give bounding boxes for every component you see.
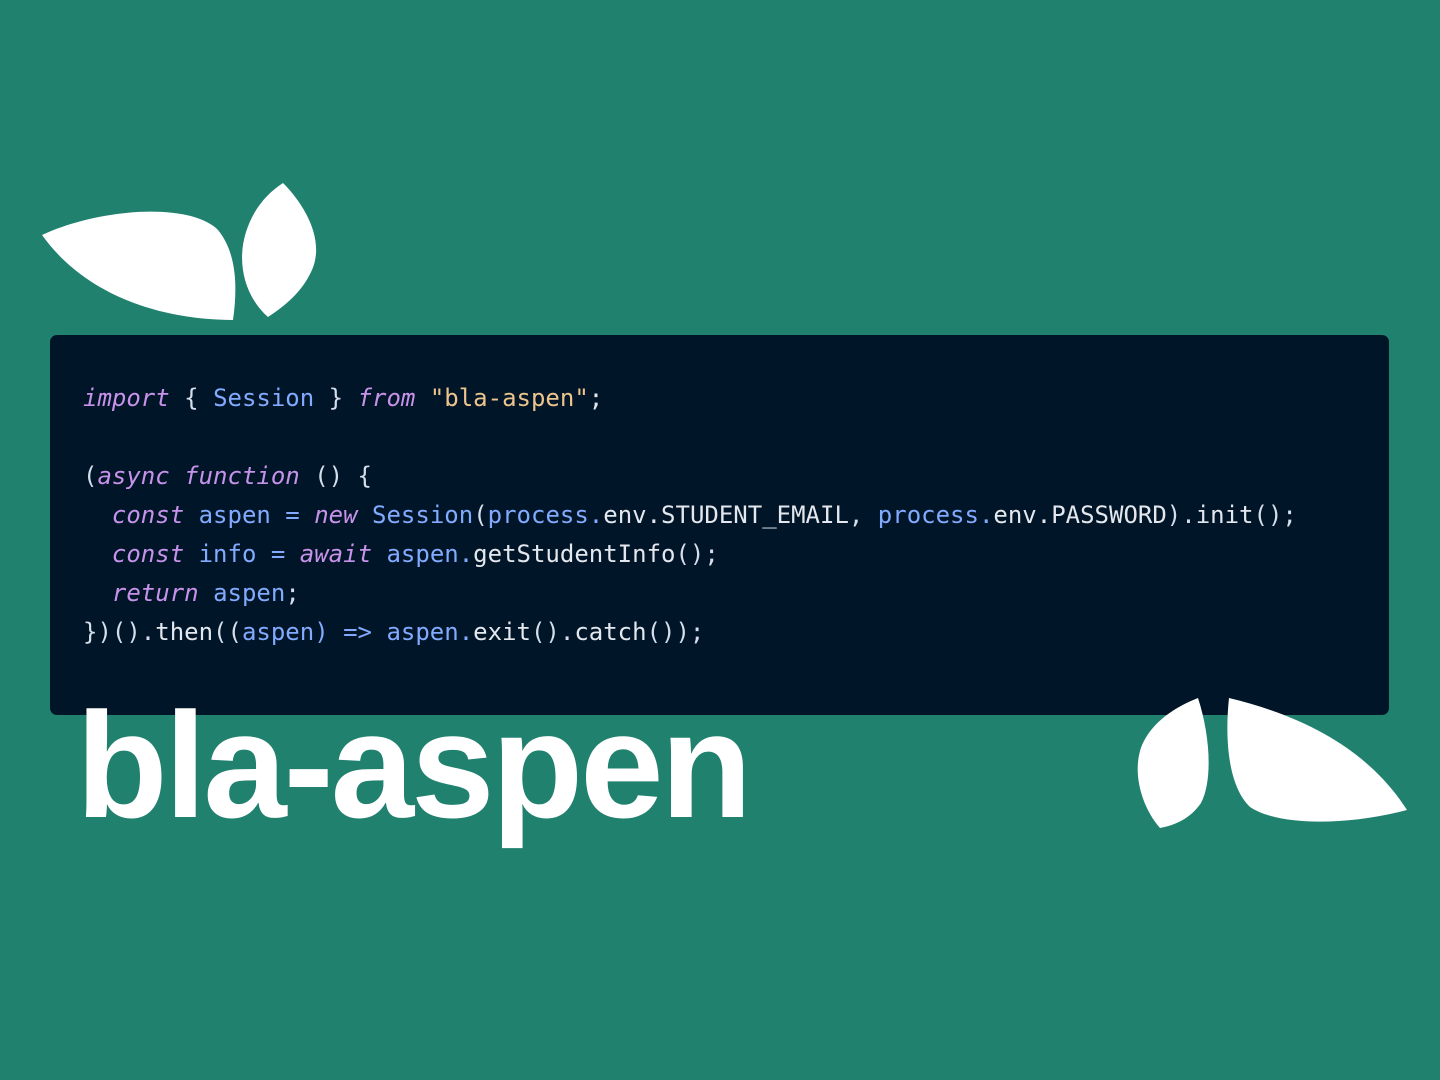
code-token: catch: [574, 618, 647, 646]
code-token: init: [1195, 501, 1254, 529]
code-token: ();: [1253, 501, 1297, 529]
code-token: .: [458, 540, 474, 568]
code-token: .: [978, 501, 994, 529]
code-token: ;: [588, 384, 604, 412]
code-token: ((: [213, 618, 242, 646]
code-token: aspen: [386, 540, 459, 568]
code-token: ().: [530, 618, 575, 646]
code-token: ();: [675, 540, 719, 568]
code-line-4: const aspen = new Session(process.env.ST…: [83, 496, 1297, 535]
code-token: function: [184, 462, 300, 490]
code-token: {: [169, 384, 214, 412]
code-token: })().: [83, 618, 156, 646]
code-token: async: [97, 462, 170, 490]
leaf-pair-icon: [1137, 698, 1407, 828]
code-token: env.STUDENT_EMAIL: [603, 501, 849, 529]
code-line-6: return aspen;: [83, 574, 1297, 613]
code-token: const: [111, 501, 185, 529]
code-token: ;: [285, 579, 300, 607]
brand-title: bla-aspen: [76, 681, 752, 849]
code-token: getStudentInfo: [473, 540, 676, 568]
code-token: new: [314, 501, 358, 529]
code-line-5: const info = await aspen.getStudentInfo(…: [83, 535, 1297, 574]
code-token: .: [588, 501, 604, 529]
code-token: info: [198, 540, 257, 568]
leaf-pair-icon: [42, 183, 317, 320]
code-block: import { Session } from "bla-aspen"; (asy…: [83, 379, 1297, 652]
code-snippet-card: import { Session } from "bla-aspen"; (asy…: [50, 335, 1389, 715]
code-token: .: [458, 618, 474, 646]
leaf-shape-left: [1137, 698, 1209, 828]
code-token: import: [83, 384, 170, 412]
code-token: ).: [1166, 501, 1196, 529]
code-token: process: [487, 501, 589, 529]
code-token: =: [256, 540, 300, 568]
leaf-shape-right: [1227, 698, 1407, 822]
code-line-3: (async function () {: [83, 457, 1297, 496]
code-token: =: [270, 501, 315, 529]
code-token: (: [473, 501, 488, 529]
code-token: process: [877, 501, 979, 529]
code-token: aspen: [198, 501, 271, 529]
leaf-shape-left: [42, 211, 236, 320]
code-token: aspen: [386, 618, 459, 646]
code-token: then: [155, 618, 214, 646]
code-token: aspen: [241, 618, 315, 646]
code-token: ,: [848, 501, 878, 529]
code-token: (: [83, 462, 98, 490]
code-token: const: [111, 540, 185, 568]
code-token: exit: [473, 618, 531, 646]
code-token: await: [299, 540, 373, 568]
code-token: aspen: [213, 579, 286, 607]
leaf-shape-right: [242, 183, 317, 317]
code-token: from: [357, 384, 416, 412]
code-token: "bla-aspen": [429, 384, 589, 412]
code-line-1: import { Session } from "bla-aspen";: [83, 379, 1297, 418]
code-token: ) =>: [314, 618, 387, 646]
code-token: Session: [213, 384, 315, 412]
code-token: ());: [646, 618, 705, 646]
code-token: }: [314, 384, 358, 412]
code-line-7: })().then((aspen) => aspen.exit().catch(…: [83, 613, 1297, 652]
code-token: Session: [372, 501, 474, 529]
code-token: return: [111, 579, 199, 607]
code-token: () {: [299, 462, 372, 490]
code-token: env.PASSWORD: [993, 501, 1167, 529]
